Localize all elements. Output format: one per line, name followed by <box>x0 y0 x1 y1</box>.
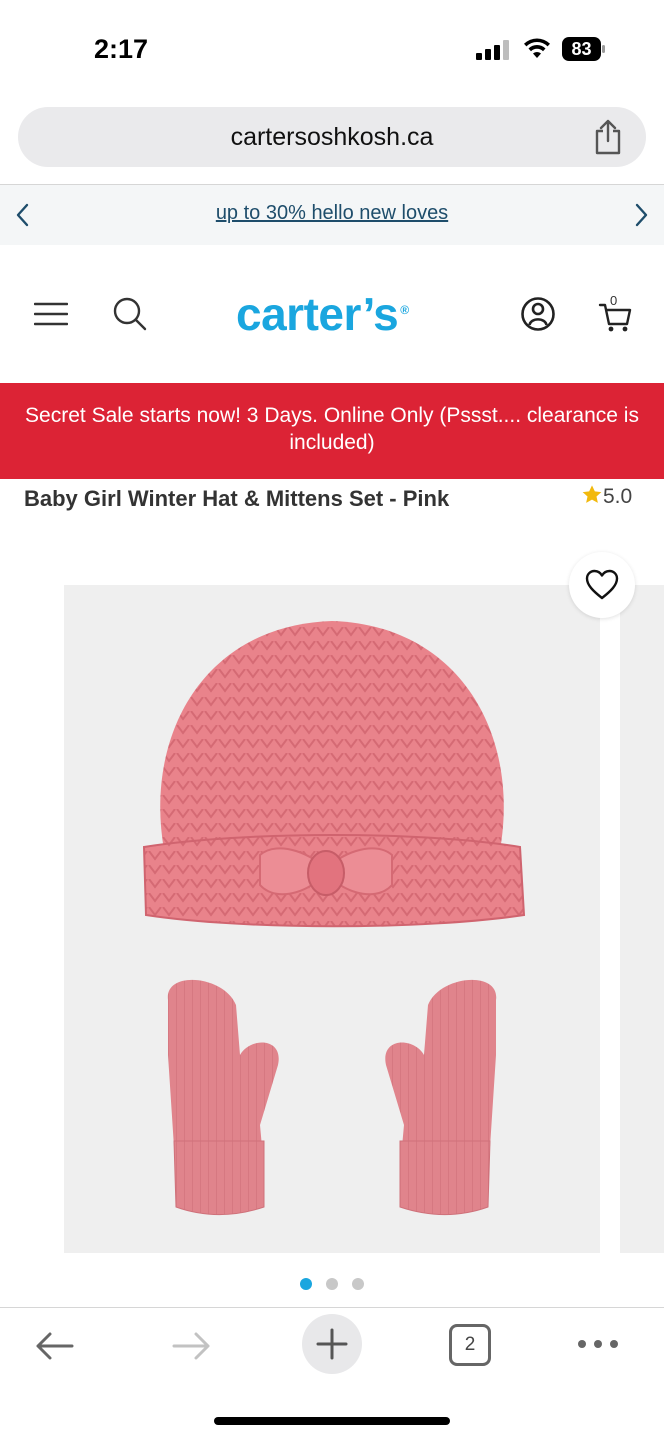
search-icon[interactable] <box>111 295 147 331</box>
hat-and-mittens-photo <box>142 621 526 1215</box>
plus-icon <box>316 1328 348 1360</box>
pager-dot[interactable] <box>352 1278 364 1290</box>
product-image[interactable] <box>64 585 600 1253</box>
account-icon[interactable] <box>520 296 556 332</box>
pager-dot[interactable] <box>300 1278 312 1290</box>
sale-banner[interactable]: Secret Sale starts now! 3 Days. Online O… <box>0 383 664 479</box>
star-icon <box>582 485 602 503</box>
product-rating[interactable]: 5.0 <box>581 484 632 509</box>
product-title: Baby Girl Winter Hat & Mittens Set - Pin… <box>24 486 450 511</box>
heart-icon <box>585 569 619 600</box>
share-icon[interactable] <box>592 119 624 155</box>
more-icon[interactable] <box>576 1334 620 1354</box>
promo-carousel: up to 30% hello new loves <box>0 185 664 245</box>
cart-count-badge: 0 <box>610 293 618 308</box>
wishlist-button[interactable] <box>569 552 635 618</box>
wifi-icon <box>524 38 550 58</box>
url-text[interactable]: cartersoshkosh.ca <box>18 123 646 152</box>
tab-count: 2 <box>464 1334 476 1355</box>
promo-link[interactable]: up to 30% hello new loves <box>0 202 664 225</box>
pager-dot[interactable] <box>326 1278 338 1290</box>
home-indicator[interactable] <box>214 1417 450 1425</box>
site-header: carter’s ® 0 <box>0 245 664 383</box>
tabs-button[interactable]: 2 <box>449 1324 491 1366</box>
back-arrow-icon[interactable] <box>32 1330 76 1362</box>
next-image-preview[interactable] <box>620 585 664 1253</box>
menu-icon[interactable] <box>34 301 68 327</box>
logo-registered-mark: ® <box>400 302 409 317</box>
rating-value: 5.0 <box>603 485 633 508</box>
status-bar: 2:17 83 <box>0 0 664 100</box>
chevron-right-icon[interactable] <box>628 199 654 231</box>
signal-icon <box>476 40 509 60</box>
logo-text: carter’s <box>236 288 399 340</box>
new-tab-button[interactable] <box>302 1314 362 1374</box>
carters-logo[interactable]: carter’s ® <box>236 287 409 341</box>
status-time: 2:17 <box>94 34 149 64</box>
forward-arrow-icon[interactable] <box>170 1330 214 1362</box>
address-bar[interactable]: cartersoshkosh.ca <box>18 107 646 167</box>
battery-icon: 83 <box>562 37 606 61</box>
image-pager <box>0 1278 664 1290</box>
battery-level: 83 <box>571 39 592 59</box>
